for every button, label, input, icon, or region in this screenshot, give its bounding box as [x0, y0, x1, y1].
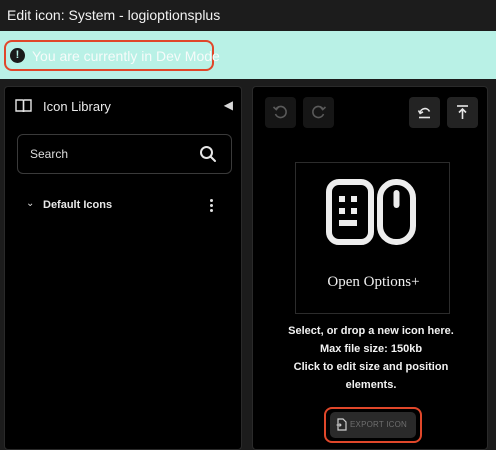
- drop-hint-line: Max file size: 150kb: [319, 343, 423, 355]
- upload-icon: [457, 105, 468, 119]
- reset-icon: [417, 107, 431, 119]
- search-icon[interactable]: [199, 145, 217, 163]
- drop-hint: Select, or drop a new icon here. Max fil…: [253, 322, 489, 394]
- redo-button[interactable]: [303, 97, 334, 128]
- reset-button[interactable]: [409, 97, 440, 128]
- book-icon: [15, 99, 32, 113]
- keyboard-mouse-icon: [326, 179, 416, 245]
- icon-search-box[interactable]: [17, 134, 232, 174]
- more-options-icon[interactable]: [207, 197, 215, 215]
- icon-library-header: Icon Library ◀: [15, 97, 235, 117]
- tree-group-label: Default Icons: [43, 199, 113, 211]
- redo-icon: [312, 105, 327, 119]
- icon-editor-panel: Open Options+ Select, or drop a new icon…: [252, 86, 488, 450]
- preview-label: Open Options+: [327, 274, 420, 290]
- drop-hint-line: elements.: [345, 379, 397, 391]
- collapse-panel-icon[interactable]: ◀: [224, 98, 233, 112]
- chevron-down-icon[interactable]: ⌄: [26, 198, 34, 209]
- search-input[interactable]: [30, 145, 190, 163]
- export-icon-button[interactable]: EXPORT ICON: [330, 412, 416, 438]
- export-file-icon: [336, 418, 347, 431]
- dev-mode-text: You are currently in Dev Mode: [32, 48, 220, 64]
- tree-group-default-icons[interactable]: ⌄ Default Icons: [23, 197, 223, 215]
- icon-library-panel: Icon Library ◀ ⌄ Default Icons: [4, 86, 242, 450]
- drop-hint-line: Select, or drop a new icon here.: [288, 325, 454, 337]
- undo-button[interactable]: [265, 97, 296, 128]
- drop-hint-line: Click to edit size and position: [293, 361, 449, 373]
- window-titlebar: Edit icon: System - logioptionsplus: [0, 0, 496, 31]
- icon-library-title: Icon Library: [43, 99, 111, 114]
- window-title: Edit icon: System - logioptionsplus: [7, 7, 221, 23]
- icon-preview-area[interactable]: Open Options+: [295, 162, 450, 314]
- export-label: EXPORT ICON: [350, 420, 408, 429]
- upload-button[interactable]: [447, 97, 478, 128]
- alert-icon: !: [10, 48, 25, 63]
- undo-icon: [272, 105, 287, 119]
